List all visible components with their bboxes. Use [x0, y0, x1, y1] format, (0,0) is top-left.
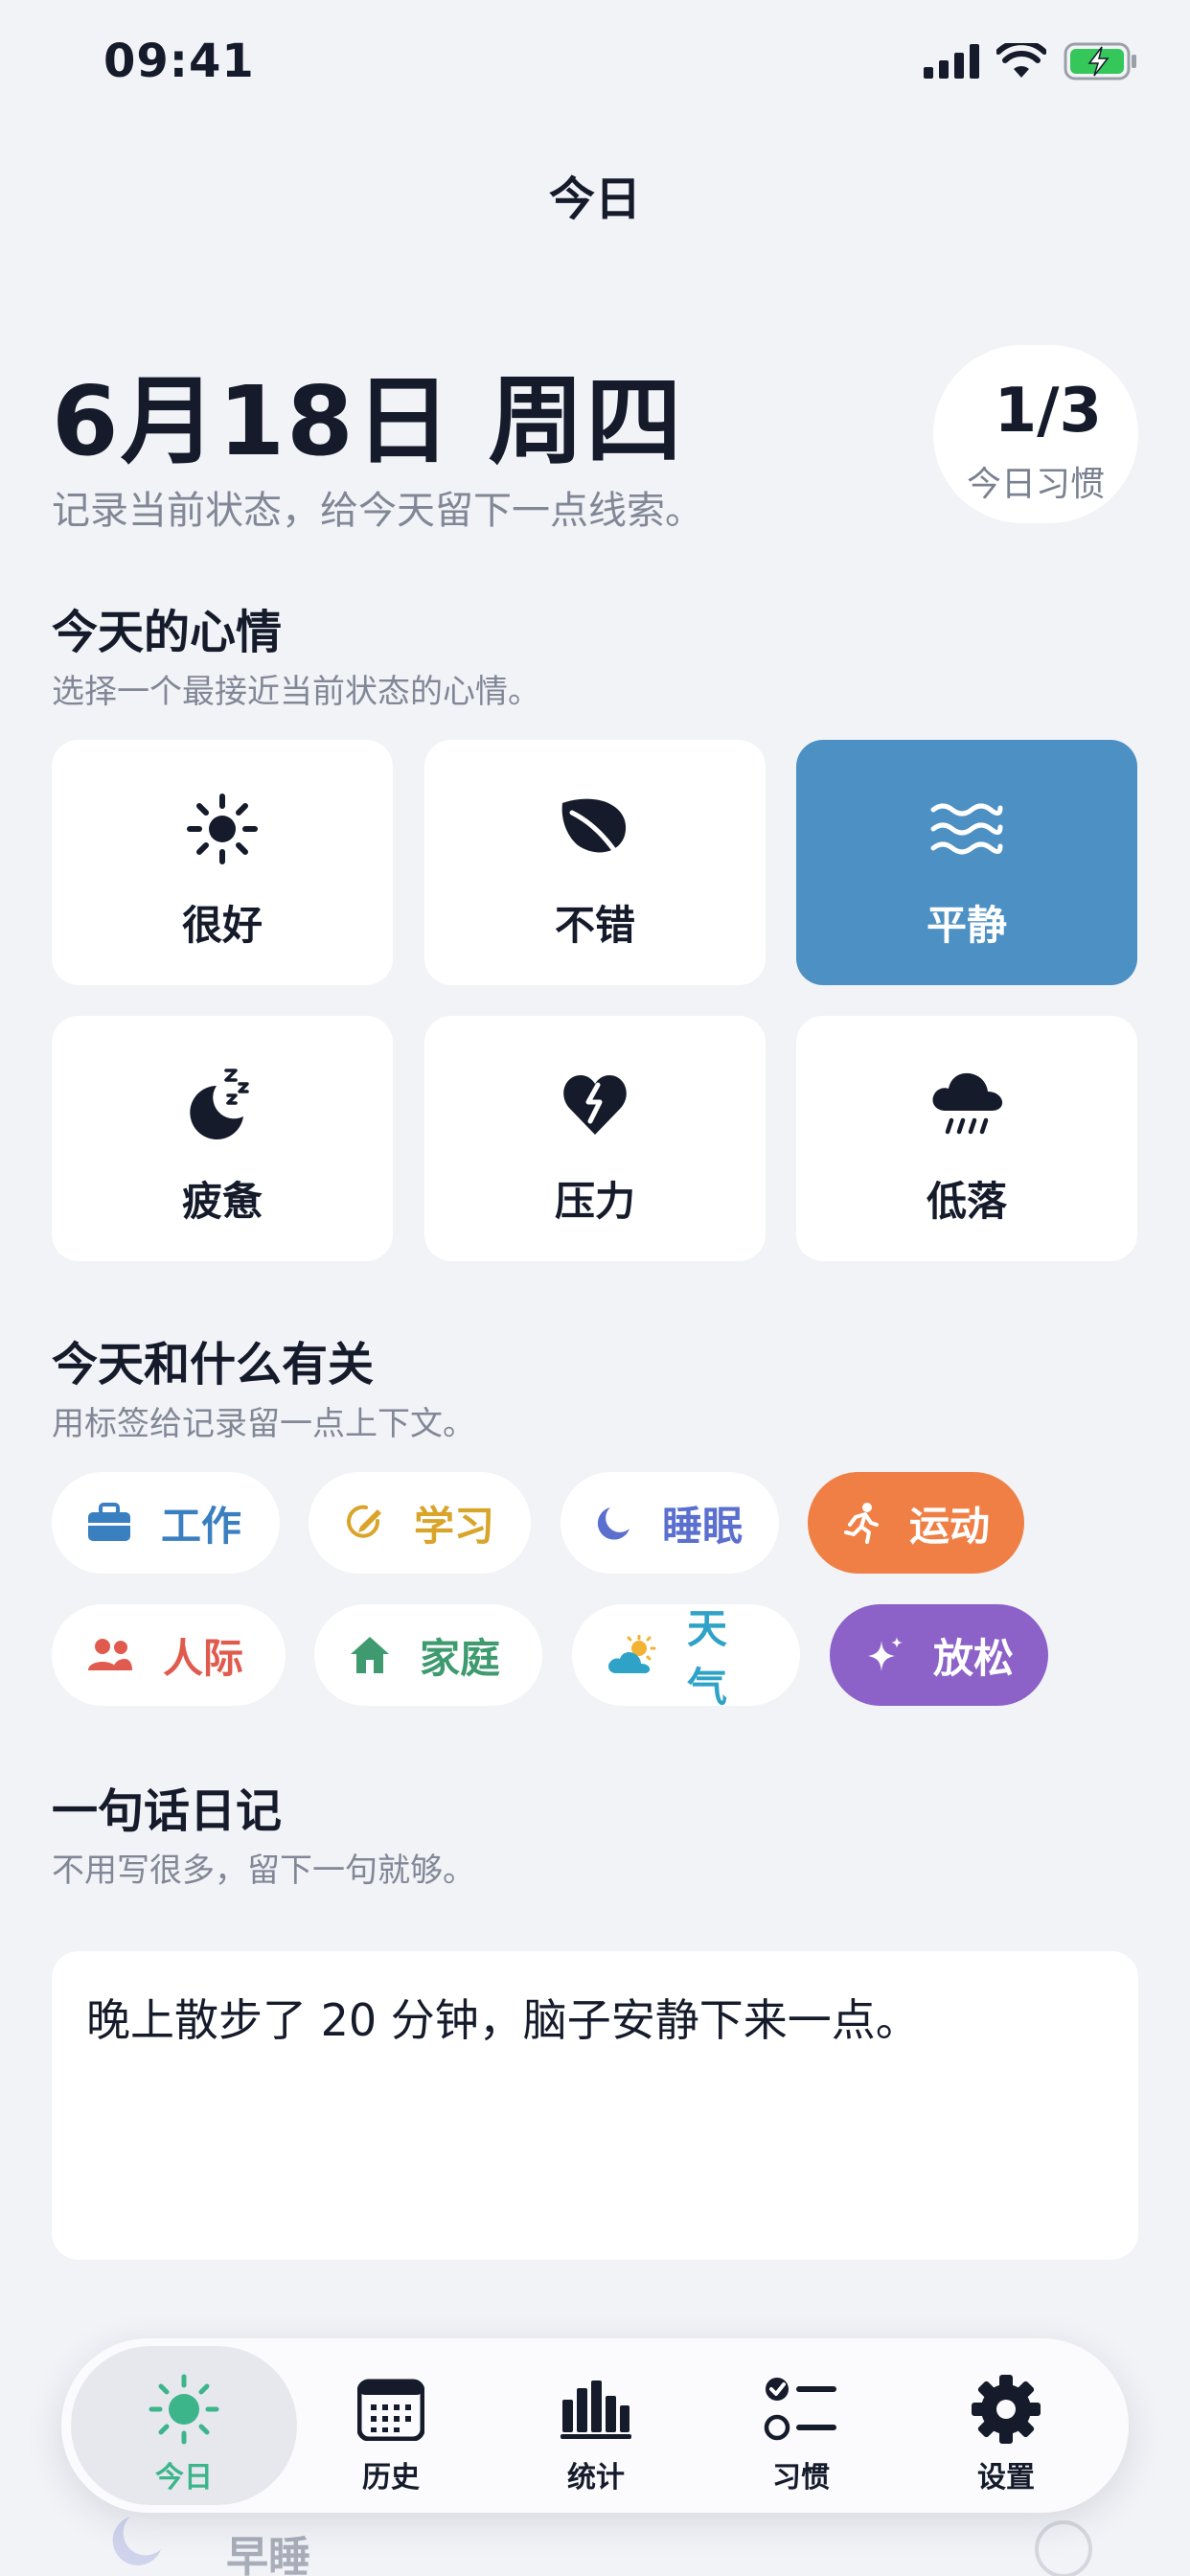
habit-item-label: 早睡 [226, 2533, 310, 2576]
tag-social[interactable]: 人际 [52, 1604, 286, 1706]
habit-progress-badge[interactable]: 1/3 今日习惯 [933, 345, 1138, 523]
signal-icon [924, 44, 979, 79]
habit-progress-value: 1/3 [994, 376, 1102, 447]
mood-option-label: 疲惫 [181, 1178, 263, 1225]
tag-study[interactable]: 学习 [309, 1472, 531, 1574]
tag-label: 放松 [933, 1634, 1015, 1682]
bar-chart-icon [561, 2380, 631, 2439]
sun-icon [187, 794, 258, 864]
journal-section-title: 一句话日记 [52, 1784, 283, 1838]
tab-bar: 今日 历史 统计 习惯 设置 [61, 2338, 1129, 2513]
running-icon [844, 1503, 879, 1544]
tag-label: 人际 [163, 1634, 244, 1682]
tag-label: 学习 [414, 1502, 495, 1550]
mood-section-title: 今天的心情 [52, 606, 283, 659]
sun-icon [149, 2374, 219, 2445]
broken-heart-icon [563, 1075, 627, 1135]
mood-option-low[interactable]: 低落 [796, 1016, 1137, 1261]
sparkle-icon [868, 1637, 903, 1671]
tag-relax[interactable]: 放松 [830, 1604, 1048, 1706]
tab-label: 统计 [567, 2461, 625, 2495]
tab-label: 设置 [977, 2461, 1035, 2495]
habit-moon-icon [107, 2513, 165, 2574]
pencil-circle-icon [347, 1505, 381, 1538]
mood-section-subtitle: 选择一个最接近当前状态的心情。 [52, 673, 540, 711]
house-icon [351, 1637, 389, 1673]
moon-icon [597, 1507, 629, 1540]
journal-section-subtitle: 不用写很多，留下一句就够。 [52, 1852, 475, 1890]
tab-label: 历史 [362, 2461, 420, 2495]
tag-label: 天气 [687, 1605, 728, 1711]
tag-family[interactable]: 家庭 [314, 1604, 542, 1706]
tab-today[interactable]: 今日 [71, 2346, 297, 2505]
gear-icon [972, 2375, 1041, 2444]
status-time: 09:41 [103, 34, 255, 88]
status-bar: 09:41 [0, 0, 1190, 134]
mood-option-label: 低落 [926, 1178, 1007, 1225]
tag-work[interactable]: 工作 [52, 1472, 280, 1574]
mood-option-good[interactable]: 不错 [424, 740, 766, 985]
mood-option-great[interactable]: 很好 [52, 740, 393, 985]
tag-weather[interactable]: 天气 [572, 1604, 800, 1711]
mood-option-label: 平静 [926, 902, 1007, 949]
people-icon [88, 1639, 132, 1670]
habit-progress-label: 今日习惯 [966, 465, 1105, 504]
date-subtitle: 记录当前状态，给今天留下一点线索。 [52, 489, 703, 533]
tab-settings[interactable]: 设置 [893, 2346, 1119, 2505]
briefcase-icon [88, 1503, 130, 1541]
journal-input[interactable]: 晚上散步了 20 分钟，脑子安静下来一点。 [52, 1951, 1138, 2260]
tab-history[interactable]: 历史 [278, 2346, 504, 2505]
checklist-icon [764, 2378, 836, 2441]
tab-stats[interactable]: 统计 [483, 2346, 709, 2505]
tag-label: 睡眠 [662, 1502, 744, 1550]
tag-sleep[interactable]: 睡眠 [561, 1472, 779, 1574]
status-icons [924, 42, 1138, 80]
tab-label: 习惯 [772, 2461, 830, 2495]
tag-label: 运动 [909, 1502, 991, 1550]
mood-option-tired[interactable]: 疲惫 [52, 1016, 393, 1261]
tag-exercise[interactable]: 运动 [808, 1472, 1024, 1574]
waves-icon [930, 803, 1003, 855]
tab-label: 今日 [155, 2461, 213, 2495]
mood-option-label: 很好 [181, 902, 263, 949]
habit-item-checkbox[interactable] [1035, 2520, 1092, 2576]
mood-option-label: 压力 [554, 1178, 635, 1225]
leaf-icon [561, 798, 627, 862]
calendar-icon [357, 2379, 424, 2441]
mood-option-calm[interactable]: 平静 [796, 740, 1137, 985]
wifi-icon [996, 43, 1046, 78]
tags-section-subtitle: 用标签给记录留一点上下文。 [52, 1405, 475, 1443]
mood-option-label: 不错 [554, 902, 635, 949]
mood-option-stress[interactable]: 压力 [424, 1016, 766, 1261]
journal-text: 晚上散步了 20 分钟，脑子安静下来一点。 [86, 1994, 920, 2046]
tag-label: 工作 [161, 1502, 242, 1550]
nav-title: 今日 [548, 172, 641, 226]
tag-label: 家庭 [420, 1634, 501, 1682]
sun-cloud-icon [608, 1635, 656, 1673]
date-title: 6月18日 周四 [52, 365, 684, 477]
moon-sleep-icon [190, 1069, 249, 1139]
tab-habits[interactable]: 习惯 [688, 2346, 914, 2505]
rain-cloud-icon [932, 1072, 1003, 1135]
tags-section-title: 今天和什么有关 [52, 1338, 375, 1392]
battery-charging-icon [1064, 42, 1136, 80]
